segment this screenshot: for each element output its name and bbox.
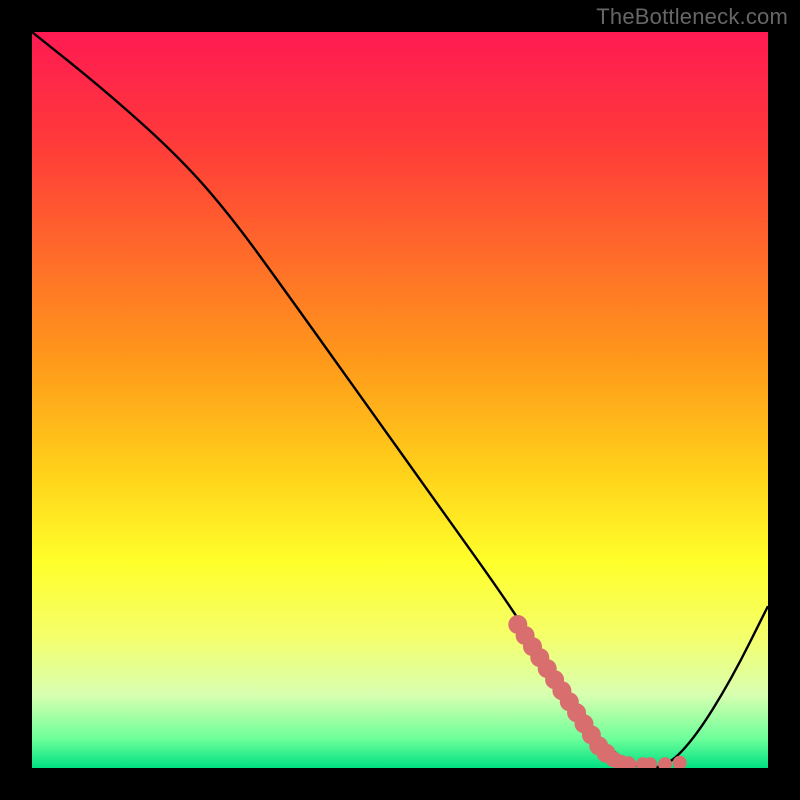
watermark-text: TheBottleneck.com [596,4,788,30]
gradient-background [32,32,768,768]
plot-area [32,32,768,768]
chart-frame: TheBottleneck.com [0,0,800,800]
chart-svg [32,32,768,768]
